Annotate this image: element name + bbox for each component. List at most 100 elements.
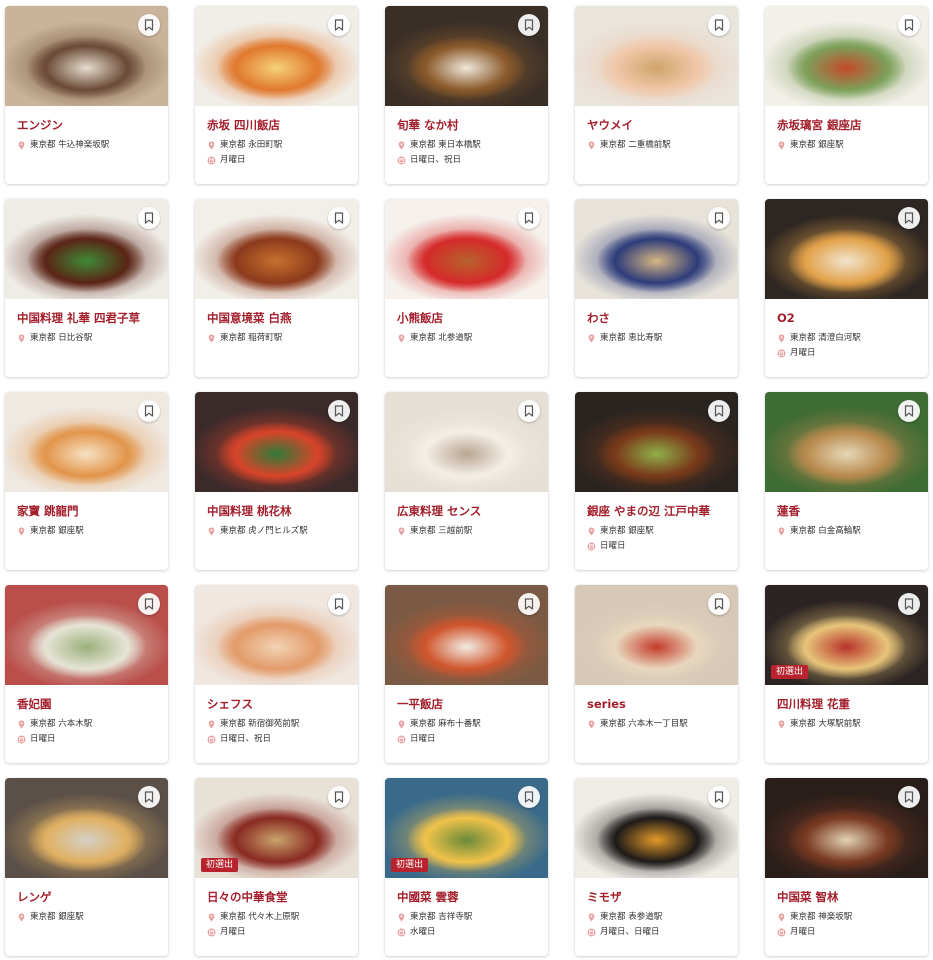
bookmark-icon[interactable] <box>328 786 350 808</box>
restaurant-photo[interactable] <box>5 778 168 878</box>
restaurant-name[interactable]: エンジン <box>17 117 156 133</box>
bookmark-icon[interactable] <box>708 14 730 36</box>
restaurant-name[interactable]: 中国菜 智林 <box>777 889 916 905</box>
restaurant-name[interactable]: 中国料理 桃花林 <box>207 503 346 519</box>
bookmark-icon[interactable] <box>328 400 350 422</box>
bookmark-icon[interactable] <box>138 593 160 615</box>
restaurant-name[interactable]: O2 <box>777 310 916 326</box>
restaurant-card[interactable]: 蓮香 東京都 白金高輪駅 <box>765 392 928 570</box>
restaurant-card[interactable]: 赤坂 四川飯店 東京都 永田町駅 月曜日 <box>195 6 358 184</box>
bookmark-icon[interactable] <box>138 14 160 36</box>
bookmark-icon[interactable] <box>708 207 730 229</box>
bookmark-icon[interactable] <box>328 593 350 615</box>
restaurant-name[interactable]: series <box>587 696 726 712</box>
restaurant-card[interactable]: 赤坂璃宮 銀座店 東京都 銀座駅 <box>765 6 928 184</box>
bookmark-icon[interactable] <box>898 786 920 808</box>
restaurant-card[interactable]: 一平飯店 東京都 麻布十番駅 日曜日 <box>385 585 548 763</box>
restaurant-name[interactable]: ヤウメイ <box>587 117 726 133</box>
restaurant-name[interactable]: 中國菜 雲蓉 <box>397 889 536 905</box>
restaurant-card[interactable]: 小熊飯店 東京都 北参道駅 <box>385 199 548 377</box>
restaurant-card[interactable]: 銀座 やまの辺 江戸中華 東京都 銀座駅 日曜日 <box>575 392 738 570</box>
restaurant-name[interactable]: シェフス <box>207 696 346 712</box>
restaurant-photo[interactable] <box>575 585 738 685</box>
restaurant-card[interactable]: ミモザ 東京都 表参道駅 月曜日、日曜日 <box>575 778 738 956</box>
bookmark-icon[interactable] <box>138 786 160 808</box>
restaurant-photo[interactable] <box>5 585 168 685</box>
bookmark-icon[interactable] <box>898 400 920 422</box>
restaurant-photo[interactable] <box>385 392 548 492</box>
restaurant-name[interactable]: 蓮香 <box>777 503 916 519</box>
restaurant-name[interactable]: 家寶 跳龍門 <box>17 503 156 519</box>
restaurant-card[interactable]: 初選出 四川料理 花重 東京都 大塚駅前駅 <box>765 585 928 763</box>
restaurant-photo[interactable] <box>385 585 548 685</box>
restaurant-photo[interactable] <box>575 778 738 878</box>
bookmark-icon[interactable] <box>138 207 160 229</box>
bookmark-icon[interactable] <box>328 207 350 229</box>
restaurant-card[interactable]: O2 東京都 清澄白河駅 月曜日 <box>765 199 928 377</box>
restaurant-name[interactable]: 四川料理 花重 <box>777 696 916 712</box>
restaurant-name[interactable]: 広東料理 センス <box>397 503 536 519</box>
restaurant-photo[interactable] <box>765 6 928 106</box>
restaurant-card[interactable]: レンゲ 東京都 銀座駅 <box>5 778 168 956</box>
restaurant-photo[interactable]: 初選出 <box>765 585 928 685</box>
restaurant-photo[interactable]: 初選出 <box>195 778 358 878</box>
bookmark-icon[interactable] <box>898 207 920 229</box>
restaurant-photo[interactable] <box>575 199 738 299</box>
restaurant-photo[interactable] <box>195 392 358 492</box>
restaurant-name[interactable]: 一平飯店 <box>397 696 536 712</box>
restaurant-card[interactable]: エンジン 東京都 牛込神楽坂駅 <box>5 6 168 184</box>
restaurant-card[interactable]: series 東京都 六本木一丁目駅 <box>575 585 738 763</box>
restaurant-name[interactable]: 小熊飯店 <box>397 310 536 326</box>
restaurant-card[interactable]: 旬華 なか村 東京都 東日本橋駅 日曜日、祝日 <box>385 6 548 184</box>
restaurant-photo[interactable] <box>765 778 928 878</box>
restaurant-name[interactable]: わさ <box>587 310 726 326</box>
restaurant-card[interactable]: わさ 東京都 恵比寿駅 <box>575 199 738 377</box>
restaurant-card[interactable]: 初選出 日々の中華食堂 東京都 代々木上原駅 月曜日 <box>195 778 358 956</box>
restaurant-card[interactable]: 中国意境菜 白燕 東京都 稲荷町駅 <box>195 199 358 377</box>
bookmark-icon[interactable] <box>518 207 540 229</box>
restaurant-name[interactable]: 日々の中華食堂 <box>207 889 346 905</box>
restaurant-name[interactable]: 銀座 やまの辺 江戸中華 <box>587 503 726 519</box>
bookmark-icon[interactable] <box>518 786 540 808</box>
bookmark-icon[interactable] <box>898 593 920 615</box>
restaurant-card[interactable]: 中国料理 桃花林 東京都 虎ノ門ヒルズ駅 <box>195 392 358 570</box>
restaurant-photo[interactable] <box>195 199 358 299</box>
restaurant-name[interactable]: 旬華 なか村 <box>397 117 536 133</box>
restaurant-card[interactable]: 初選出 中國菜 雲蓉 東京都 吉祥寺駅 水曜日 <box>385 778 548 956</box>
bookmark-icon[interactable] <box>898 14 920 36</box>
bookmark-icon[interactable] <box>708 593 730 615</box>
restaurant-name[interactable]: 赤坂璃宮 銀座店 <box>777 117 916 133</box>
restaurant-name[interactable]: ミモザ <box>587 889 726 905</box>
restaurant-name[interactable]: 中国意境菜 白燕 <box>207 310 346 326</box>
restaurant-photo[interactable]: 初選出 <box>385 778 548 878</box>
restaurant-photo[interactable] <box>195 6 358 106</box>
restaurant-photo[interactable] <box>765 199 928 299</box>
bookmark-icon[interactable] <box>518 400 540 422</box>
bookmark-icon[interactable] <box>708 400 730 422</box>
restaurant-photo[interactable] <box>5 392 168 492</box>
restaurant-card[interactable]: 香妃園 東京都 六本木駅 日曜日 <box>5 585 168 763</box>
restaurant-name[interactable]: 中国料理 礼華 四君子草 <box>17 310 156 326</box>
restaurant-photo[interactable] <box>385 199 548 299</box>
restaurant-photo[interactable] <box>575 6 738 106</box>
restaurant-card[interactable]: 中国料理 礼華 四君子草 東京都 日比谷駅 <box>5 199 168 377</box>
bookmark-icon[interactable] <box>328 14 350 36</box>
restaurant-name[interactable]: 赤坂 四川飯店 <box>207 117 346 133</box>
restaurant-photo[interactable] <box>575 392 738 492</box>
restaurant-photo[interactable] <box>765 392 928 492</box>
restaurant-name[interactable]: 香妃園 <box>17 696 156 712</box>
restaurant-name[interactable]: レンゲ <box>17 889 156 905</box>
restaurant-photo[interactable] <box>385 6 548 106</box>
restaurant-card[interactable]: 家寶 跳龍門 東京都 銀座駅 <box>5 392 168 570</box>
restaurant-card[interactable]: 広東料理 センス 東京都 三越前駅 <box>385 392 548 570</box>
bookmark-icon[interactable] <box>138 400 160 422</box>
restaurant-photo[interactable] <box>195 585 358 685</box>
restaurant-card[interactable]: 中国菜 智林 東京都 神楽坂駅 月曜日 <box>765 778 928 956</box>
restaurant-photo[interactable] <box>5 6 168 106</box>
restaurant-card[interactable]: ヤウメイ 東京都 二重橋前駅 <box>575 6 738 184</box>
bookmark-icon[interactable] <box>518 593 540 615</box>
restaurant-photo[interactable] <box>5 199 168 299</box>
bookmark-icon[interactable] <box>518 14 540 36</box>
restaurant-card[interactable]: シェフス 東京都 新宿御苑前駅 日曜日、祝日 <box>195 585 358 763</box>
bookmark-icon[interactable] <box>708 786 730 808</box>
